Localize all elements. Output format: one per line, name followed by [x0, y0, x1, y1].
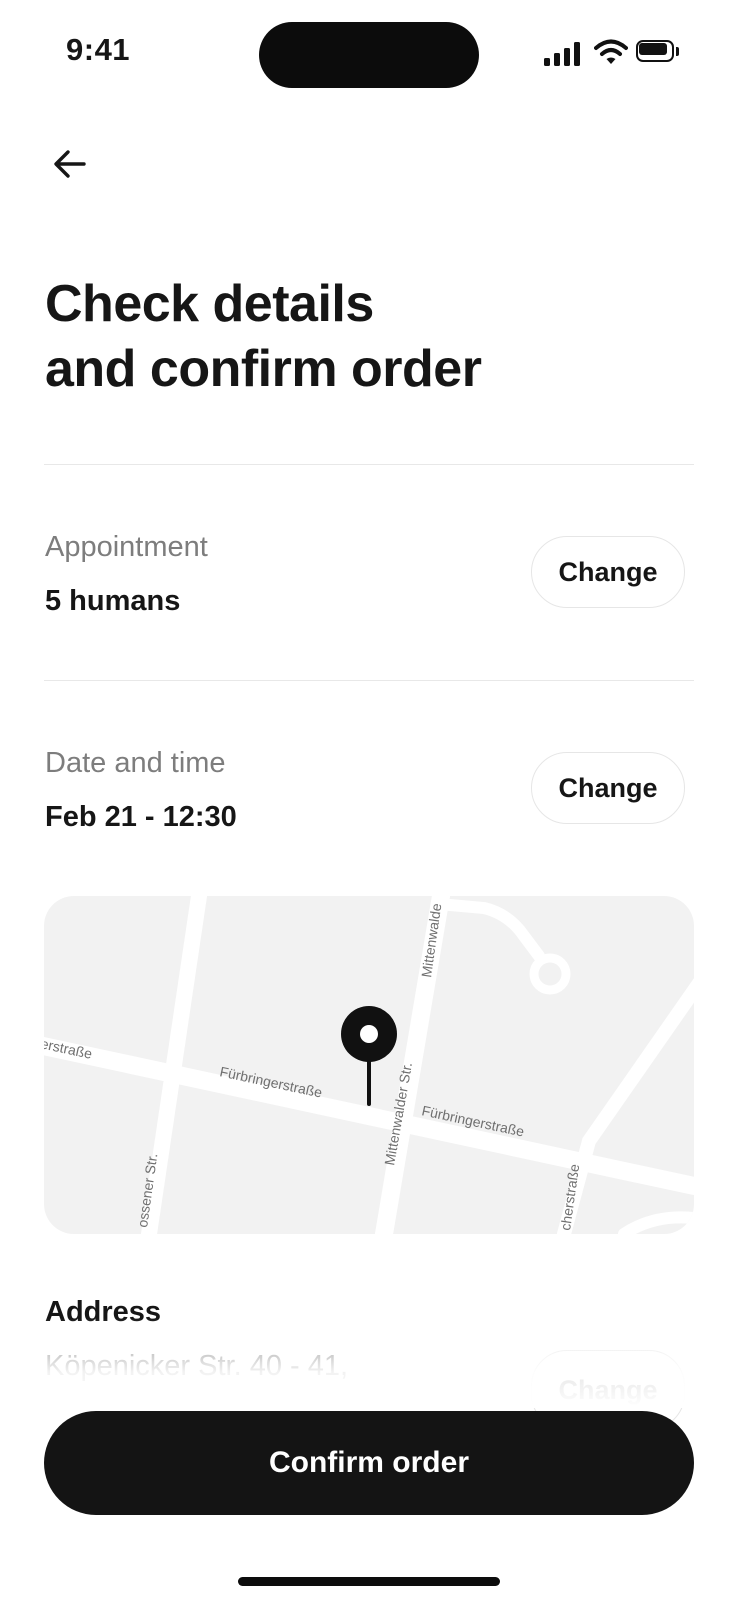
- status-time: 9:41: [66, 32, 131, 67]
- page-title: Check details and confirm order: [45, 272, 685, 402]
- date-time-value: Feb 21 - 12:30: [45, 801, 237, 833]
- map-canvas: erstraße Fürbringerstraße Fürbringerstra…: [44, 896, 694, 1234]
- appointment-label: Appointment: [45, 531, 208, 563]
- divider: [44, 680, 694, 681]
- page-title-line1: Check details: [45, 275, 374, 333]
- address-title: Address: [45, 1296, 162, 1328]
- location-map[interactable]: erstraße Fürbringerstraße Fürbringerstra…: [44, 896, 694, 1234]
- cellular-signal-icon: [544, 40, 580, 66]
- battery-icon: [636, 40, 682, 64]
- path-bottom-right: [618, 1211, 694, 1234]
- divider: [44, 464, 694, 465]
- back-arrow-icon[interactable]: [48, 142, 92, 186]
- path-loop: [529, 953, 571, 995]
- confirm-order-button[interactable]: Confirm order: [44, 1411, 694, 1515]
- change-date-time-button[interactable]: Change: [531, 752, 685, 824]
- location-pin-icon: [341, 1006, 397, 1106]
- page-title-line2: and confirm order: [45, 340, 482, 398]
- date-time-label: Date and time: [45, 747, 226, 779]
- path-curve: [433, 898, 545, 962]
- address-line: Köpenicker Str. 40 - 41,: [45, 1350, 349, 1382]
- home-indicator: [238, 1577, 500, 1586]
- dynamic-island: [259, 22, 479, 88]
- street-right: [557, 978, 694, 1234]
- wifi-icon: [594, 39, 628, 64]
- appointment-value: 5 humans: [45, 585, 181, 617]
- change-appointment-button[interactable]: Change: [531, 536, 685, 608]
